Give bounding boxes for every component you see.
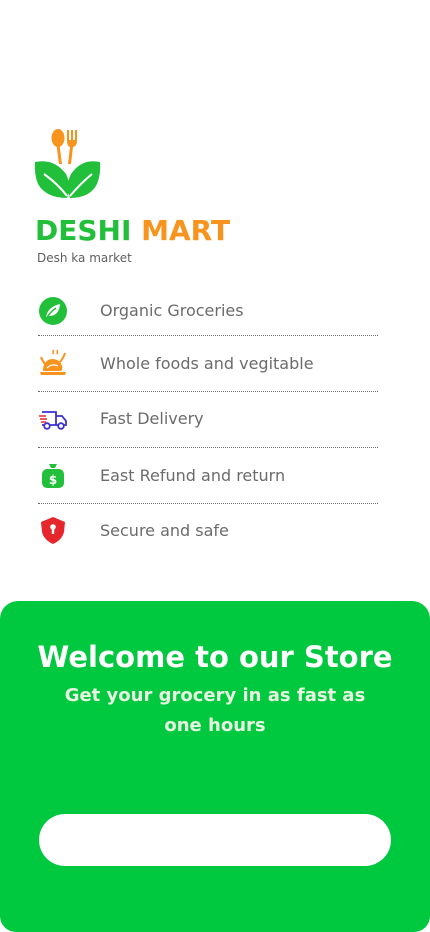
get-started-button[interactable] <box>39 814 391 866</box>
svg-text:$: $ <box>49 473 57 487</box>
roast-chicken-icon <box>40 349 66 375</box>
welcome-panel: Welcome to our Store Get your grocery in… <box>0 601 430 932</box>
feature-label: Secure and safe <box>100 521 229 540</box>
feature-item: Whole foods and vegitable <box>38 336 378 392</box>
feature-label: Fast Delivery <box>100 409 204 428</box>
brand-name-part1: DESHI <box>35 214 132 247</box>
delivery-truck-icon <box>39 411 67 430</box>
feature-item: $ East Refund and return <box>38 448 378 504</box>
brand-name-part2: MART <box>141 214 231 247</box>
leaf-icon <box>39 297 67 325</box>
shield-lock-icon <box>41 517 65 544</box>
feature-item: Organic Groceries <box>38 285 378 336</box>
feature-label: East Refund and return <box>100 466 286 485</box>
welcome-title: Welcome to our Store <box>37 640 393 674</box>
feature-item: Secure and safe <box>38 504 378 560</box>
brand-name: DESHI MART <box>35 213 230 249</box>
onboarding-screen: DESHI MART Desh ka market Organic Grocer… <box>0 0 430 932</box>
welcome-subtitle: Get your grocery in as fast as one hours <box>64 685 366 736</box>
brand-tagline: Desh ka market <box>37 251 132 265</box>
money-bag-icon: $ <box>42 464 64 488</box>
feature-label: Organic Groceries <box>100 301 244 320</box>
deshi-mart-logo-icon <box>34 129 101 198</box>
feature-item: Fast Delivery <box>38 392 378 448</box>
feature-label: Whole foods and vegitable <box>100 354 314 373</box>
feature-list: Organic Groceries Whole foods and vegita… <box>38 285 378 560</box>
